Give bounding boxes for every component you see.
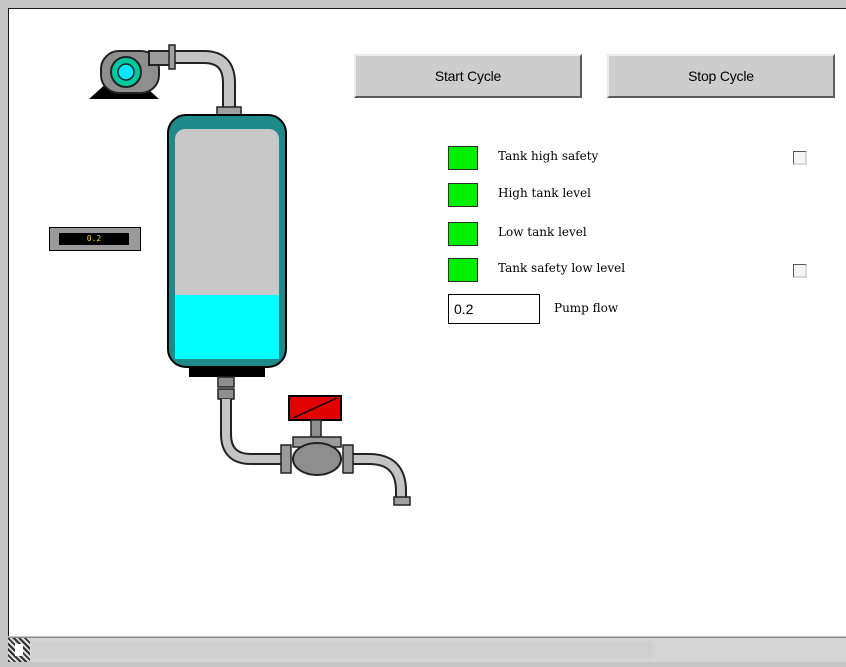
low-tank-level-label: Low tank level (498, 225, 587, 239)
meter-value: 0.2 (59, 233, 129, 245)
scroll-left-button[interactable] (8, 638, 30, 662)
hmi-panel: 0.2 Start Cycle Stop Cycle Tank high saf… (8, 8, 846, 636)
start-cycle-button[interactable]: Start Cycle (354, 54, 582, 98)
tank-high-safety-indicator (448, 146, 478, 170)
tank-high-safety-checkbox[interactable] (793, 151, 807, 165)
inlet-pipe (168, 44, 242, 122)
tank-safety-low-level-label: Tank safety low level (498, 261, 626, 275)
tank-safety-low-level-checkbox[interactable] (793, 264, 807, 278)
process-diagram (89, 44, 411, 506)
tank-liquid-level (175, 295, 279, 359)
low-tank-level-indicator (448, 222, 478, 246)
tank-icon (167, 114, 287, 377)
tank-safety-low-level-indicator (448, 258, 478, 282)
flow-meter-display: 0.2 (49, 227, 141, 251)
scroll-thumb[interactable] (32, 642, 652, 658)
pump-icon[interactable] (89, 50, 174, 99)
pump-flow-label: Pump flow (554, 301, 619, 315)
pump-flow-input[interactable]: 0.2 (448, 294, 540, 324)
stop-cycle-button[interactable]: Stop Cycle (607, 54, 835, 98)
high-tank-level-indicator (448, 183, 478, 207)
control-valve-icon[interactable] (280, 395, 354, 476)
tank-high-safety-label: Tank high safety (498, 149, 599, 163)
horizontal-scrollbar[interactable] (8, 637, 846, 662)
high-tank-level-label: High tank level (498, 186, 591, 200)
